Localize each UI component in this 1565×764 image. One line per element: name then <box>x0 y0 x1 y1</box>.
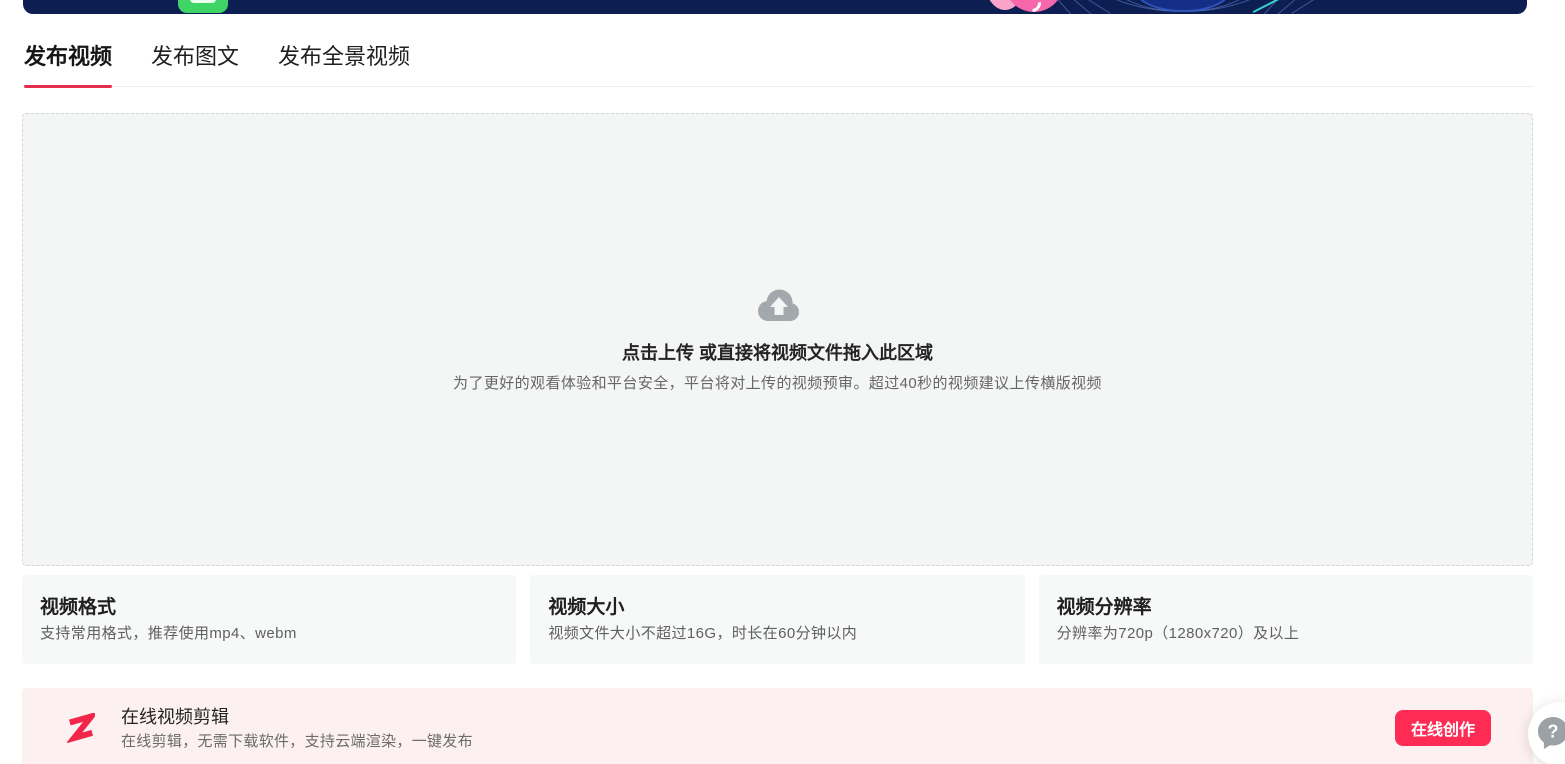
cloud-upload-icon <box>755 288 801 322</box>
promo-top-banner[interactable] <box>23 0 1527 14</box>
promo-subtitle: 在线剪辑，无需下载软件，支持云端渲染，一键发布 <box>121 734 473 749</box>
info-card-video-size: 视频大小 视频文件大小不超过16G，时长在60分钟以内 <box>530 575 1024 664</box>
tab-label: 发布图文 <box>151 44 239 69</box>
promo-text-block: 在线视频剪辑 在线剪辑，无需下载软件，支持云端渲染，一键发布 <box>121 708 473 749</box>
publish-tabs: 发布视频 发布图文 发布全景视频 <box>24 46 1533 87</box>
promo-title: 在线视频剪辑 <box>121 708 473 726</box>
info-card-video-format: 视频格式 支持常用格式，推荐使用mp4、webm <box>22 575 516 664</box>
card-description: 支持常用格式，推荐使用mp4、webm <box>40 626 498 641</box>
banner-ray-line <box>1070 0 1092 14</box>
active-tab-indicator <box>24 85 112 88</box>
card-description: 分辨率为720p（1280x720）及以上 <box>1057 626 1515 641</box>
card-description: 视频文件大小不超过16G，时长在60分钟以内 <box>548 626 1006 641</box>
info-card-video-resolution: 视频分辨率 分辨率为720p（1280x720）及以上 <box>1039 575 1533 664</box>
tab-label: 发布全景视频 <box>278 44 410 69</box>
card-title: 视频大小 <box>548 598 1006 617</box>
question-bubble-icon: ? <box>1535 714 1565 750</box>
create-online-button[interactable]: 在线创作 <box>1395 710 1491 746</box>
banner-ray-line <box>1276 0 1298 14</box>
banner-ray-line <box>1291 0 1315 14</box>
banner-green-app-icon <box>178 0 228 13</box>
capcut-promo-banner[interactable]: 在线视频剪辑 在线剪辑，无需下载软件，支持云端渲染，一键发布 在线创作 <box>22 688 1533 764</box>
tab-publish-image-text[interactable]: 发布图文 <box>151 46 239 86</box>
upload-dropzone[interactable]: 点击上传 或直接将视频文件拖入此区域 为了更好的观看体验和平台安全，平台将对上传… <box>22 113 1533 566</box>
card-title: 视频分辨率 <box>1057 598 1515 617</box>
question-mark-glyph: ? <box>1548 722 1559 742</box>
tab-publish-panoramic-video[interactable]: 发布全景视频 <box>278 46 410 86</box>
dropzone-title: 点击上传 或直接将视频文件拖入此区域 <box>622 344 933 362</box>
card-title: 视频格式 <box>40 598 498 617</box>
tab-publish-video[interactable]: 发布视频 <box>24 46 112 86</box>
capcut-logo-icon <box>67 713 95 744</box>
dropzone-subtitle: 为了更好的观看体验和平台安全，平台将对上传的视频预审。超过40秒的视频建议上传横… <box>453 376 1102 391</box>
upload-requirements: 视频格式 支持常用格式，推荐使用mp4、webm 视频大小 视频文件大小不超过1… <box>22 575 1533 664</box>
banner-ray-line <box>1054 0 1073 14</box>
help-button[interactable]: ? <box>1528 702 1565 764</box>
tab-label: 发布视频 <box>24 44 112 69</box>
